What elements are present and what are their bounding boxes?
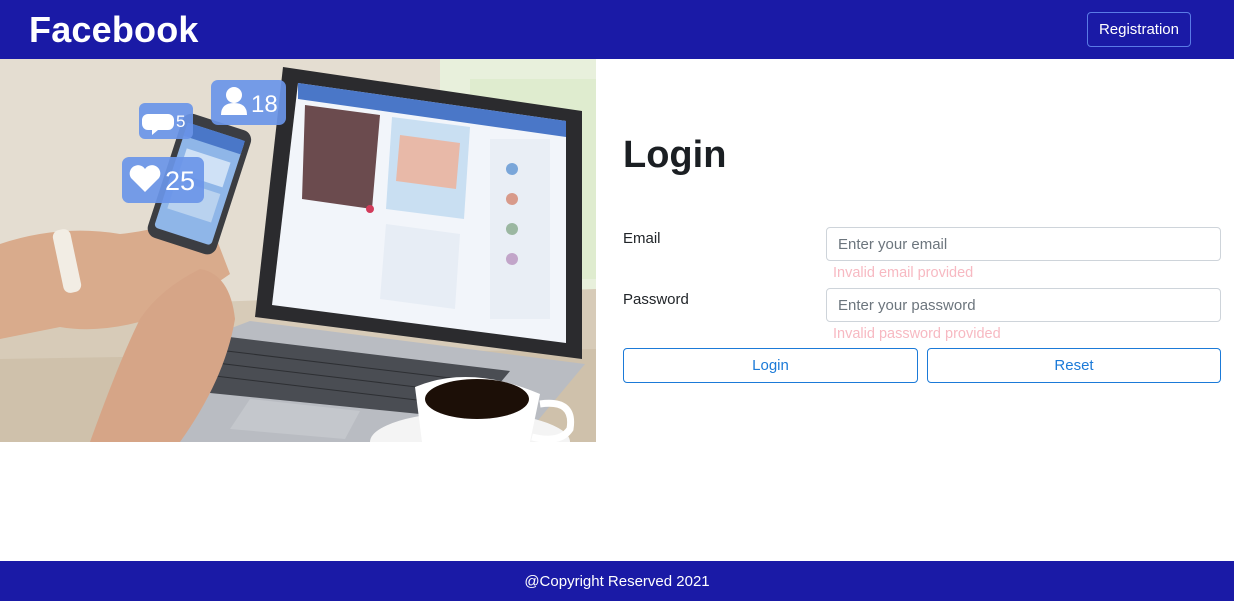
- copyright-text: @Copyright Reserved 2021: [524, 572, 710, 590]
- friend-badge: 18: [211, 80, 286, 125]
- navbar: Facebook Registration: [0, 0, 1234, 59]
- brand-logo[interactable]: Facebook: [29, 9, 199, 51]
- friend-count: 18: [251, 91, 278, 118]
- email-field[interactable]: [826, 227, 1221, 261]
- comment-count: 5: [176, 112, 185, 131]
- comment-badge: 5: [139, 103, 193, 139]
- like-count: 25: [165, 166, 195, 196]
- password-label: Password: [623, 291, 689, 308]
- like-badge: 25: [122, 157, 204, 203]
- hero-image: 5 18 25: [0, 59, 596, 442]
- login-button[interactable]: Login: [623, 348, 918, 383]
- reset-button[interactable]: Reset: [927, 348, 1221, 383]
- email-label: Email: [623, 230, 661, 247]
- password-field[interactable]: [826, 288, 1221, 322]
- login-title: Login: [623, 134, 727, 176]
- password-error: Invalid password provided: [833, 326, 1001, 342]
- footer: @Copyright Reserved 2021: [0, 561, 1234, 601]
- email-error: Invalid email provided: [833, 265, 974, 281]
- registration-button[interactable]: Registration: [1086, 12, 1191, 47]
